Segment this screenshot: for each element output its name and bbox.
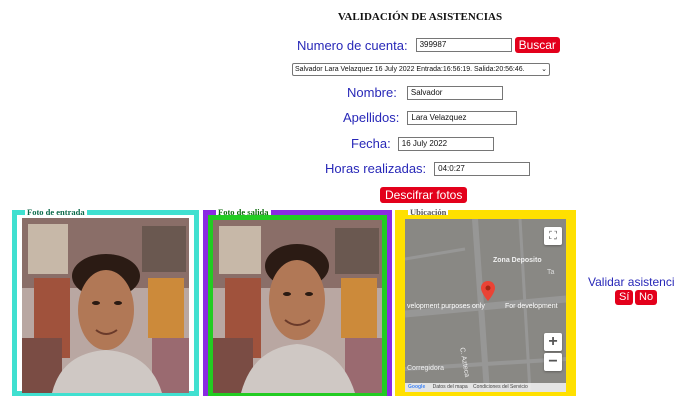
- si-button[interactable]: Sí: [615, 290, 634, 305]
- map-street-corregidora: Corregidora: [407, 365, 444, 372]
- fecha-input[interactable]: 16 July 2022: [397, 136, 494, 151]
- entrada-photo: [22, 218, 189, 393]
- registro-select[interactable]: Salvador Lara Velazquez 16 July 2022 Ent…: [292, 63, 550, 76]
- apellidos-input[interactable]: Lara Velazquez: [407, 110, 518, 125]
- map-place-label: Zona Deposito: [493, 257, 542, 264]
- map-footer: Google Datos del mapa Condiciones del Se…: [405, 383, 566, 392]
- minus-icon[interactable]: −: [544, 353, 562, 371]
- map-view[interactable]: Zona Deposito velopment purposes only Fo…: [405, 219, 566, 392]
- entrada-legend: Foto de entrada: [25, 207, 87, 217]
- nombre-input[interactable]: Salvador: [406, 85, 503, 100]
- salida-photo: [213, 220, 382, 393]
- horas-label: Horas realizadas:: [325, 161, 427, 176]
- map-watermark-left: velopment purposes only: [407, 303, 485, 310]
- fecha-label: Fecha:: [351, 136, 391, 151]
- pin-icon[interactable]: [481, 281, 495, 306]
- descifrar-button[interactable]: Descifrar fotos: [380, 187, 468, 203]
- no-button[interactable]: No: [635, 290, 658, 305]
- apellidos-row: Apellidos: Lara Velazquez: [343, 110, 518, 125]
- nombre-label: Nombre:: [347, 85, 397, 100]
- cuenta-row: Numero de cuenta: 399987 Buscar: [297, 37, 560, 53]
- google-logo: Google: [408, 384, 426, 390]
- cuenta-input[interactable]: 399987: [415, 38, 512, 52]
- apellidos-label: Apellidos:: [343, 110, 400, 125]
- fullscreen-icon[interactable]: ⛶: [544, 227, 562, 245]
- buscar-button[interactable]: Buscar: [514, 37, 560, 53]
- map-footer-data[interactable]: Datos del mapa: [433, 384, 468, 390]
- nombre-row: Nombre: Salvador: [347, 85, 503, 100]
- chevron-down-icon: ⌄: [541, 66, 547, 73]
- map-footer-terms[interactable]: Condiciones del Servicio: [473, 384, 528, 390]
- page-title: VALIDACIÓN DE ASISTENCIAS: [337, 11, 503, 23]
- map-watermark-right: For development: [505, 303, 558, 310]
- cuenta-label: Numero de cuenta:: [297, 37, 408, 53]
- fecha-row: Fecha: 16 July 2022: [351, 136, 494, 151]
- horas-input[interactable]: 04:0:27: [434, 161, 531, 176]
- plus-icon[interactable]: +: [544, 333, 562, 351]
- map-partial-label: Ta: [547, 269, 555, 276]
- horas-row: Horas realizadas: 04:0:27: [325, 161, 531, 176]
- registro-select-value: Salvador Lara Velazquez 16 July 2022 Ent…: [295, 66, 525, 73]
- validar-label: Validar asistencia: [588, 275, 675, 289]
